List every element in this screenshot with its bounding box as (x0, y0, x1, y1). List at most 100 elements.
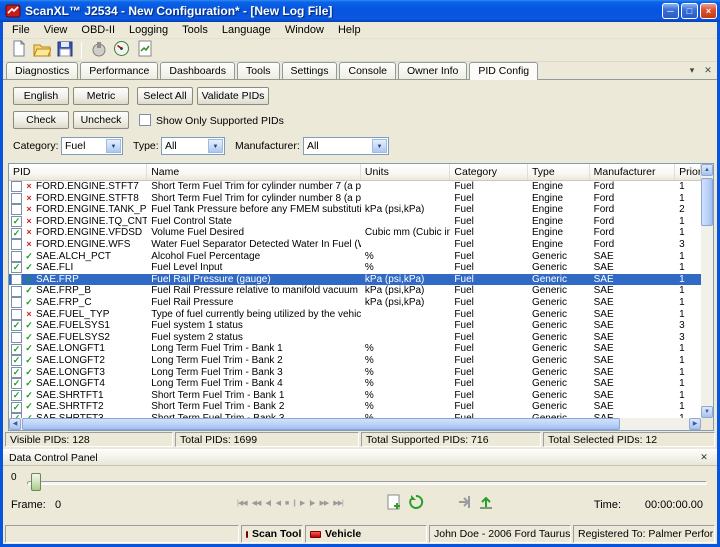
table-row[interactable]: ✓✓SAE.SHRTFT2Short Term Fuel Trim - Bank… (9, 401, 701, 413)
menu-item-file[interactable]: File (5, 23, 37, 37)
pid-checkbox[interactable] (11, 297, 22, 308)
table-row[interactable]: ✓✓SAE.LONGFT1Long Term Fuel Trim - Bank … (9, 343, 701, 355)
toolbar-open-file-button[interactable] (30, 40, 53, 61)
table-row[interactable]: ✓✓SAE.LONGFT2Long Term Fuel Trim - Bank … (9, 355, 701, 367)
scroll-left-icon[interactable]: ◀ (9, 418, 21, 430)
pause-button[interactable]: || (291, 497, 297, 510)
tab-tools[interactable]: Tools (237, 62, 280, 79)
pid-checkbox[interactable] (11, 286, 22, 297)
table-row[interactable]: ✓SAE.FUELSYS2Fuel system 2 statusFuelGen… (9, 332, 701, 344)
pid-checkbox[interactable] (11, 251, 22, 262)
export-log-button[interactable] (455, 494, 473, 512)
pid-checkbox[interactable]: ✓ (11, 367, 22, 378)
table-row[interactable]: ×SAE.FUEL_TYPType of fuel currently bein… (9, 309, 701, 321)
tab-settings[interactable]: Settings (282, 62, 338, 79)
menu-item-logging[interactable]: Logging (122, 23, 175, 37)
type-select[interactable]: All ▼ (161, 137, 225, 155)
stop-button[interactable]: ■ (283, 497, 290, 510)
table-row[interactable]: ×FORD.ENGINE.WFSWater Fuel Separator Det… (9, 239, 701, 251)
table-row[interactable]: ✓SAE.FRPFuel Rail Pressure (gauge)kPa (p… (9, 274, 701, 286)
close-button[interactable]: × (700, 3, 717, 19)
pid-checkbox[interactable]: ✓ (11, 378, 22, 389)
table-row[interactable]: ✓×FORD.ENGINE.VFDSDVolume Fuel DesiredCu… (9, 227, 701, 239)
pid-checkbox[interactable]: ✓ (11, 344, 22, 355)
tab-pid-config[interactable]: PID Config (469, 62, 538, 80)
pid-checkbox[interactable] (11, 332, 22, 343)
column-header-type[interactable]: Type (528, 164, 590, 180)
pid-checkbox[interactable]: ✓ (11, 262, 22, 273)
horizontal-scroll-thumb[interactable] (22, 418, 620, 430)
menu-item-window[interactable]: Window (278, 23, 331, 37)
column-header-category[interactable]: Category (450, 164, 528, 180)
step-back-button[interactable]: ◀| (263, 497, 272, 510)
pid-checkbox[interactable]: ✓ (11, 390, 22, 401)
tab-diagnostics[interactable]: Diagnostics (6, 62, 78, 79)
pid-checkbox[interactable] (11, 193, 22, 204)
close-icon[interactable]: ✕ (701, 64, 715, 78)
table-row[interactable]: ✓SAE.FRP_CFuel Rail PressurekPa (psi,kPa… (9, 297, 701, 309)
show-only-supported-checkbox[interactable] (139, 114, 151, 126)
toolbar-new-file-button[interactable] (7, 40, 30, 61)
manufacturer-select[interactable]: All ▼ (303, 137, 389, 155)
horizontal-scrollbar[interactable]: ◀ ▶ (9, 418, 701, 430)
play-button[interactable]: ▶ (298, 497, 306, 510)
open-log-button[interactable] (407, 494, 425, 512)
column-header-name[interactable]: Name (147, 164, 361, 180)
toolbar-save-file-button[interactable] (53, 40, 76, 61)
select-all-button[interactable]: Select All (137, 87, 193, 105)
category-select[interactable]: Fuel ▼ (61, 137, 123, 155)
column-header-manufacturer[interactable]: Manufacturer (590, 164, 676, 180)
pid-checkbox[interactable]: ✓ (11, 216, 22, 227)
pid-checkbox[interactable]: ✓ (11, 402, 22, 413)
menu-item-obd-ii[interactable]: OBD-II (74, 23, 122, 37)
skip-end-button[interactable]: ▶▶| (331, 497, 345, 510)
fast-forward-button[interactable]: ▶▶ (317, 497, 330, 510)
scroll-up-icon[interactable]: ▲ (701, 164, 713, 176)
minimize-button[interactable]: ─ (662, 3, 679, 19)
table-row[interactable]: ×FORD.ENGINE.TANK_PRESFuel Tank Pressure… (9, 204, 701, 216)
table-row[interactable]: ✓✓SAE.SHRTFT1Short Term Fuel Trim - Bank… (9, 390, 701, 402)
column-header-prior-[interactable]: Prior... (675, 164, 701, 180)
menu-item-language[interactable]: Language (215, 23, 278, 37)
validate-pids-button[interactable]: Validate PIDs (197, 87, 269, 105)
pid-checkbox[interactable]: ✓ (11, 355, 22, 366)
toolbar-gauges-button[interactable] (110, 40, 133, 61)
scroll-down-icon[interactable]: ▼ (701, 406, 713, 418)
chevron-down-icon[interactable]: ▾ (685, 64, 699, 78)
toolbar-logging-button[interactable] (133, 40, 156, 61)
scroll-right-icon[interactable]: ▶ (689, 418, 701, 430)
table-row[interactable]: ✓SAE.FRP_BFuel Rail Pressure relative to… (9, 285, 701, 297)
table-row[interactable]: ✓✓SAE.LONGFT4Long Term Fuel Trim - Bank … (9, 378, 701, 390)
menu-item-tools[interactable]: Tools (175, 23, 215, 37)
metric-button[interactable]: Metric (73, 87, 129, 105)
table-row[interactable]: ✓SAE.ALCH_PCTAlcohol Fuel Percentage%Fue… (9, 251, 701, 263)
tab-console[interactable]: Console (339, 62, 396, 79)
column-header-pid[interactable]: PID (9, 164, 147, 180)
playback-slider-track[interactable] (27, 481, 707, 485)
menu-item-help[interactable]: Help (331, 23, 368, 37)
english-button[interactable]: English (13, 87, 69, 105)
menu-item-view[interactable]: View (37, 23, 75, 37)
toolbar-connect-button[interactable] (87, 40, 110, 61)
tab-dashboards[interactable]: Dashboards (160, 62, 235, 79)
table-row[interactable]: ×FORD.ENGINE.STFT7Short Term Fuel Trim f… (9, 181, 701, 193)
uncheck-button[interactable]: Uncheck (73, 111, 129, 129)
vertical-scroll-thumb[interactable] (701, 178, 713, 226)
new-log-button[interactable] (385, 494, 403, 512)
table-row[interactable]: ✓✓SAE.LONGFT3Long Term Fuel Trim - Bank … (9, 367, 701, 379)
column-header-units[interactable]: Units (361, 164, 450, 180)
tab-performance[interactable]: Performance (80, 62, 158, 79)
table-row[interactable]: ✓×FORD.ENGINE.TQ_CNTLFuel Control StateF… (9, 216, 701, 228)
pid-checkbox[interactable] (11, 274, 22, 285)
pid-checkbox[interactable]: ✓ (11, 320, 22, 331)
table-row[interactable]: ✓✓SAE.FLIFuel Level Input%FuelGenericSAE… (9, 262, 701, 274)
pid-checkbox[interactable] (11, 181, 22, 192)
pid-checkbox[interactable] (11, 204, 22, 215)
vertical-scrollbar[interactable]: ▲ ▼ (701, 164, 713, 418)
pid-checkbox[interactable] (11, 309, 22, 320)
playback-slider-thumb[interactable] (31, 473, 41, 491)
pid-checkbox[interactable]: ✓ (11, 228, 22, 239)
rewind-button[interactable]: ◀◀ (250, 497, 263, 510)
pid-checkbox[interactable] (11, 239, 22, 250)
table-row[interactable]: ×FORD.ENGINE.STFT8Short Term Fuel Trim f… (9, 193, 701, 205)
